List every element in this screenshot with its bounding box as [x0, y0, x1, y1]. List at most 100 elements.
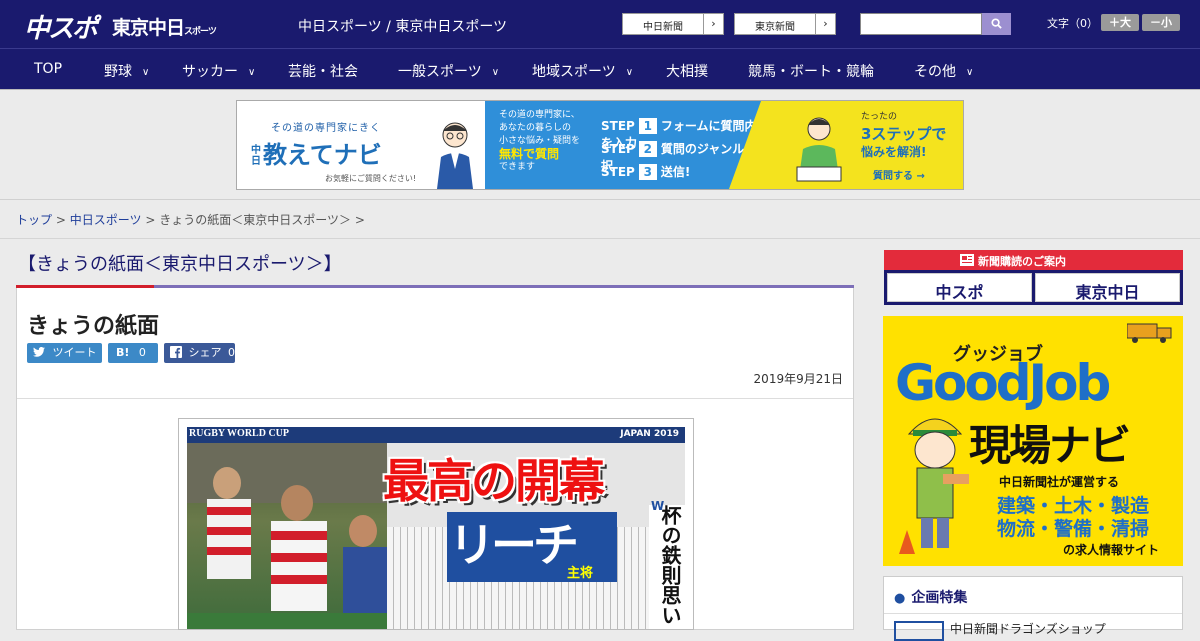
subscribe-label: 中スポ	[935, 283, 984, 302]
nav-label: TOP	[34, 61, 63, 77]
article-title: きょうの紙面	[27, 314, 160, 339]
paper-vertical-headline: 杯の鉄則思い	[649, 505, 685, 629]
ad-left-panel: その道の専門家にきく 中日教えてナビ お気軽にご質問ください!	[237, 101, 485, 189]
ad-mid-line: あなたの暮らしの	[499, 123, 572, 133]
newspaper-front-page[interactable]: RUGBY WORLD CUP JAPAN 2019 最高の開幕 リーチ 主将 …	[178, 418, 694, 630]
article-divider	[17, 398, 853, 399]
ad-area: その道の専門家にきく 中日教えてナビ お気軽にご質問ください! その道の専門家に…	[0, 90, 1200, 200]
article: きょうの紙面 ツイート B! 0 シェア 0 2019年9月21日 RUGBY …	[16, 288, 854, 630]
oshiete-navi-ad[interactable]: その道の専門家にきく 中日教えてナビ お気軽にご質問ください! その道の専門家に…	[236, 100, 964, 190]
facebook-icon	[170, 346, 182, 358]
ad-step-3: STEP 3 送信!	[601, 163, 690, 180]
feature-title: 企画特集	[911, 590, 968, 606]
hatena-button[interactable]: B! 0	[108, 343, 158, 363]
nav-label: 地域スポーツ	[532, 64, 616, 80]
breadcrumb-sep: >	[354, 213, 365, 227]
goodjob-line1: 中日新聞社が運営する	[999, 475, 1120, 489]
breadcrumb-sep: >	[145, 213, 156, 227]
nav-item-soccer[interactable]: サッカー ∨	[182, 61, 255, 81]
nav-item-general-sports[interactable]: 一般スポーツ ∨	[398, 61, 499, 81]
newspaper-image: RUGBY WORLD CUP JAPAN 2019 最高の開幕 リーチ 主将 …	[187, 427, 685, 629]
ad-main-title: 中日教えてナビ	[251, 135, 382, 170]
nav-label: 野球	[104, 64, 132, 80]
nav-item-regional-sports[interactable]: 地域スポーツ ∨	[532, 61, 633, 81]
nav-label: 大相撲	[666, 64, 708, 80]
breadcrumb-sep: >	[55, 213, 66, 227]
tweet-button[interactable]: ツイート	[27, 343, 102, 363]
chevron-down-icon: ∨	[966, 67, 974, 78]
tokyo-logo-small: スポーツ	[184, 27, 217, 37]
subscription-title: 新聞購読のご案内	[978, 255, 1066, 268]
nav-item-top[interactable]: TOP	[34, 61, 62, 77]
ad-note: お気軽にご質問ください!	[325, 174, 417, 183]
chevron-right-icon: ›	[815, 14, 835, 34]
chevron-right-icon: ›	[703, 14, 723, 34]
step-label: STEP	[601, 165, 635, 179]
feature-thumbnail[interactable]	[894, 621, 944, 641]
paper-banner: RUGBY WORLD CUP JAPAN 2019	[187, 427, 685, 443]
subscribe-tokyo-button[interactable]: 東京中日	[1035, 273, 1180, 302]
goodjob-ad[interactable]: グッジョブ GoodJob 現場ナビ 中日新聞社が運営する 建築・土木・製造 物…	[883, 316, 1183, 566]
chuspo-logo[interactable]: 中スポ	[24, 8, 98, 45]
rugby-photo	[187, 443, 387, 629]
nav-item-other[interactable]: その他 ∨	[914, 61, 973, 81]
paper-subheadline: リーチ	[449, 518, 579, 572]
nav-item-sumo[interactable]: 大相撲	[666, 61, 708, 81]
font-larger-button[interactable]: ＋大	[1101, 14, 1139, 31]
tokyo-logo-text: 東京中日	[112, 17, 185, 39]
ad-right-t2: 3ステップで	[861, 125, 947, 143]
facebook-share-button[interactable]: シェア 0	[164, 343, 235, 363]
paper-w-label: W	[651, 499, 665, 513]
nav-label: 芸能・社会	[288, 64, 358, 80]
subscribe-chuspo-button[interactable]: 中スポ	[887, 273, 1032, 302]
nav-item-entertainment[interactable]: 芸能・社会	[288, 61, 358, 81]
ad-subtitle: その道の専門家にきく	[271, 123, 381, 134]
step-number: 1	[638, 118, 657, 134]
hatena-icon: B!	[116, 346, 130, 359]
nav-label: 競馬・ボート・競輪	[748, 64, 874, 80]
breadcrumb-top[interactable]: トップ	[16, 213, 52, 227]
goodjob-line3: 物流・警備・清掃	[997, 518, 1150, 540]
ad-mid-tail: できます	[499, 162, 536, 172]
pin-icon: ●	[894, 591, 906, 606]
top-header: 中スポ 東京中日スポーツ 中日スポーツ / 東京中日スポーツ 中日新聞 › 東京…	[0, 0, 1200, 48]
tweet-label: ツイート	[52, 346, 97, 359]
nav-label: サッカー	[182, 64, 238, 80]
tokyo-chunichi-logo[interactable]: 東京中日スポーツ	[112, 13, 217, 40]
paper-banner-right: JAPAN 2019	[620, 429, 679, 439]
ad-main-small: 中日	[251, 145, 261, 167]
ad-main-text: 教えてナビ	[263, 141, 382, 169]
search-button[interactable]	[982, 13, 1011, 35]
nav-item-racing[interactable]: 競馬・ボート・競輪	[748, 61, 874, 81]
ad-mid-highlight: 無料で質問	[499, 147, 560, 161]
feature-panel: ● 企画特集 中日新聞ドラゴンズショップ	[883, 576, 1183, 641]
step-text: 送信!	[660, 165, 691, 179]
hatena-count: 0	[138, 346, 146, 359]
subscribe-label: 東京中日	[1075, 283, 1140, 302]
feature-heading: ● 企画特集	[894, 587, 967, 607]
link-label: 東京新聞	[755, 22, 795, 33]
chevron-down-icon: ∨	[625, 67, 634, 78]
ad-right-t3: 悩みを解消!	[861, 145, 927, 159]
breadcrumb-chunichi-sports[interactable]: 中日スポーツ	[70, 213, 142, 227]
link-label: 中日新聞	[643, 22, 683, 33]
expert-person-icon	[437, 122, 473, 189]
article-date: 2019年9月21日	[753, 372, 843, 386]
genba-navi-title: 現場ナビ	[969, 421, 1131, 470]
ad-mid-panel: その道の専門家に、 あなたの暮らしの 小さな悩み・疑問を 無料で質問 できます …	[485, 101, 775, 189]
nav-item-baseball[interactable]: 野球 ∨	[104, 61, 149, 81]
section-title: 【きょうの紙面＜東京中日スポーツ＞】	[18, 254, 342, 275]
facebook-count: 0	[228, 346, 235, 359]
search-input[interactable]	[860, 13, 982, 35]
step-number: 2	[638, 141, 657, 157]
twitter-icon	[33, 346, 45, 357]
step-label: STEP	[601, 142, 635, 156]
ad-cta[interactable]: 質問する →	[873, 167, 925, 182]
font-smaller-button[interactable]: －小	[1142, 14, 1180, 31]
tokyo-shimbun-link[interactable]: 東京新聞 ›	[734, 13, 836, 35]
truck-icon	[1127, 323, 1172, 343]
chunichi-shimbun-link[interactable]: 中日新聞 ›	[622, 13, 724, 35]
ad-right-panel: たったの 3ステップで 悩みを解消! 質問する →	[775, 101, 963, 189]
feature-item[interactable]: 中日新聞ドラゴンズショップ	[950, 620, 1106, 637]
paper-banner-left: RUGBY WORLD CUP	[189, 428, 290, 439]
